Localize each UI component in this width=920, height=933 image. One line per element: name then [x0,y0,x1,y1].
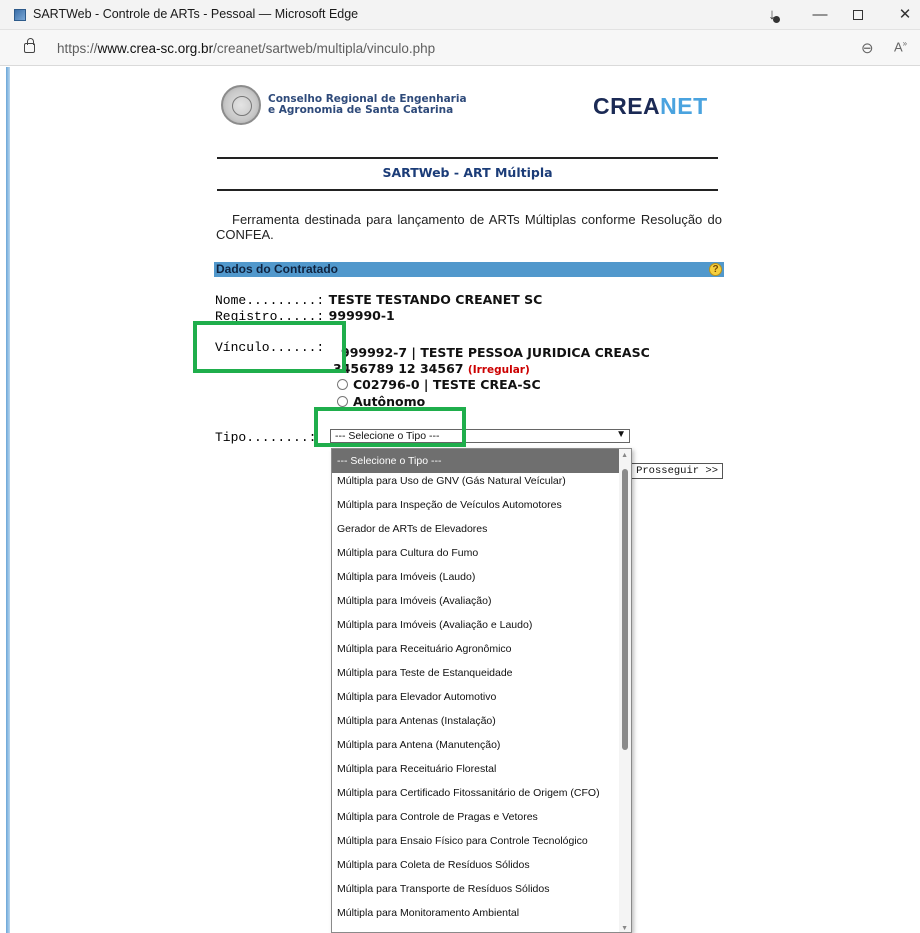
scroll-up-icon[interactable]: ▲ [621,452,628,459]
section-header-contratado: Dados do Contratado ? [214,262,724,277]
dropdown-option[interactable]: Múltipla para Monitoramento Ambiental [332,901,620,925]
dropdown-option[interactable]: Gerador de ARTs de Elevadores [332,517,620,541]
chevron-down-icon: ▼ [616,429,626,440]
seal-icon [221,85,261,125]
intro-text: Ferramenta destinada para lançamento de … [216,212,722,242]
dropdown-option[interactable]: Múltipla para Receituário Florestal [332,757,620,781]
help-icon[interactable]: ? [709,263,722,276]
dropdown-option[interactable]: Múltipla para Transporte de Resíduos Sól… [332,877,620,901]
scroll-thumb[interactable] [622,469,628,750]
address-bar[interactable]: https://www.crea-sc.org.br/creanet/sartw… [0,30,920,66]
crea-sc-logo: Conselho Regional de Engenharia e Agrono… [217,82,479,132]
read-aloud-icon[interactable]: A» [894,39,907,54]
scroll-down-icon[interactable]: ▼ [621,925,628,932]
page-content: Conselho Regional de Engenharia e Agrono… [0,67,920,933]
vinculo-option-crea[interactable]: C02796-0 | TESTE CREA-SC [337,376,541,394]
dropdown-option[interactable]: Múltipla para Antena (Manutenção) [332,733,620,757]
dropdown-option[interactable]: Múltipla para Coleta de Resíduos Sólidos [332,853,620,877]
nome-label: Nome.........: [215,293,325,308]
lock-icon[interactable] [24,38,35,53]
dropdown-option[interactable]: Múltipla para Controle de Pragas e Vetor… [332,805,620,829]
zoom-out-icon[interactable]: ⊖ [861,39,874,57]
radio-autonomo[interactable] [337,396,348,407]
app-icon [14,9,26,21]
creanet-logo: CREANET [593,93,708,119]
tipo-dropdown-list[interactable]: --- Selecione o Tipo --- Múltipla para Us… [331,448,632,933]
tipo-label: Tipo........: [215,430,317,445]
prosseguir-button[interactable]: Prosseguir >> [630,463,723,479]
dropdown-option[interactable]: Múltipla para Teste de Estanqueidade [332,661,620,685]
section-header-label: Dados do Contratado [216,262,338,276]
divider-bottom [217,189,718,191]
radio-crea[interactable] [337,379,348,390]
dropdown-option[interactable]: Múltipla para Certificado Fitossanitário… [332,781,620,805]
dropdown-scrollbar[interactable]: ▲ ▼ [619,449,631,932]
vinculo-option-pj-label: 999992-7 | TESTE PESSOA JURIDICA CREASC [341,345,650,360]
dropdown-option[interactable]: Múltipla para Imóveis (Avaliação e Laudo… [332,613,620,637]
dropdown-option[interactable]: Múltipla para Imóveis (Avaliação) [332,589,620,613]
irregular-status: (Irregular) [467,364,530,376]
vinculo-option-crea-label: C02796-0 | TESTE CREA-SC [353,377,541,392]
minimize-icon[interactable]: — [805,4,835,26]
highlight-box-vinculo [193,321,346,373]
downloads-icon[interactable]: ↓ [757,4,787,26]
window-title: SARTWeb - Controle de ARTs - Pessoal — M… [33,7,359,21]
page-edge-decoration [6,67,10,933]
dropdown-option[interactable]: Múltipla para Ensaio Físico para Control… [332,829,620,853]
nome-value: TESTE TESTANDO CREANET SC [328,292,543,307]
dropdown-option[interactable]: Múltipla para Imóveis (Laudo) [332,565,620,589]
url-text[interactable]: https://www.crea-sc.org.br/creanet/sartw… [57,41,435,56]
highlight-box-tipo [314,407,466,447]
dropdown-option[interactable]: Múltipla para Elevador Automotivo [332,685,620,709]
maximize-icon[interactable] [843,4,873,26]
dropdown-option[interactable]: Múltipla para Receituário Agronômico [332,637,620,661]
divider-top [217,157,718,159]
vinculo-option-pj-number: 3456789 12 34567 [333,361,464,376]
dropdown-option[interactable]: Múltipla para Uso de GNV (Gás Natural Ve… [332,469,620,493]
page-title: SARTWeb - ART Múltipla [382,165,553,180]
close-icon[interactable]: ✕ [890,4,920,26]
dropdown-option[interactable]: Múltipla para Cultura do Fumo [332,541,620,565]
org-name: Conselho Regional de Engenharia e Agrono… [268,93,467,116]
window-titlebar: SARTWeb - Controle de ARTs - Pessoal — M… [0,0,920,30]
dropdown-option[interactable]: Múltipla para Inspeção de Veículos Autom… [332,493,620,517]
dropdown-option[interactable]: Múltipla para Antenas (Instalação) [332,709,620,733]
